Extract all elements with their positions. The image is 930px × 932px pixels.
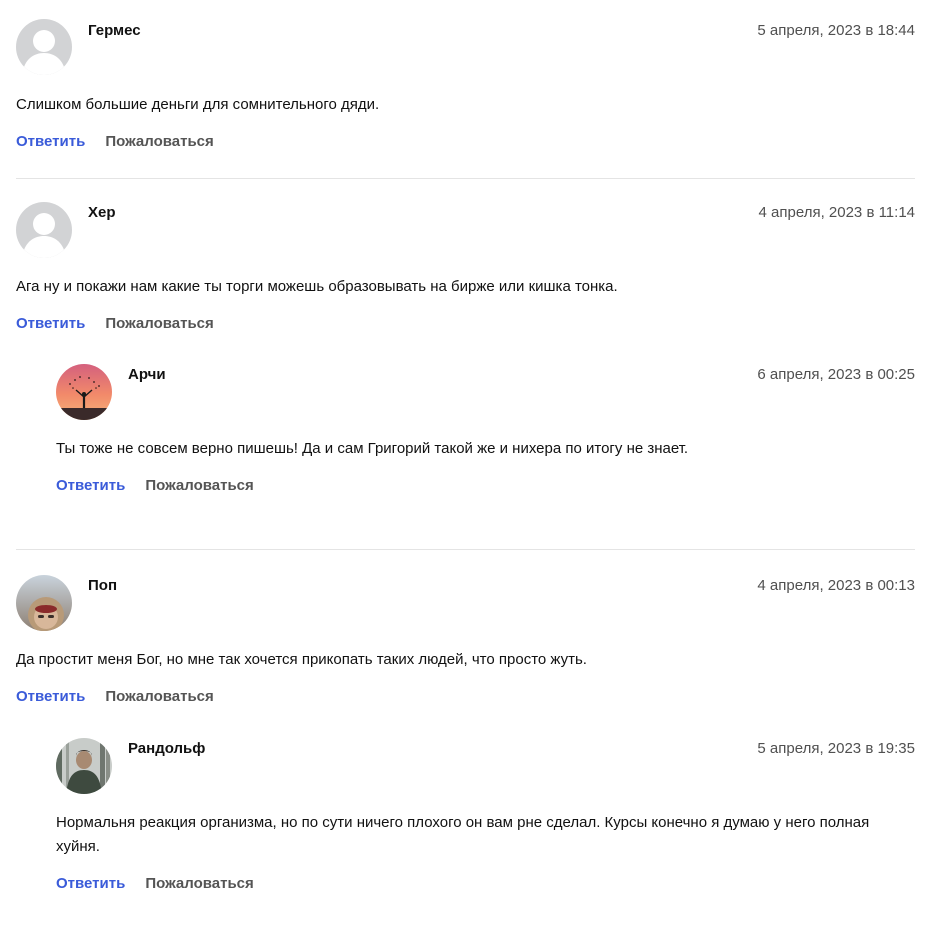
avatar xyxy=(56,738,112,794)
avatar xyxy=(56,364,112,420)
comment-text: Ага ну и покажи нам какие ты торги можеш… xyxy=(16,278,618,295)
forest-man-photo-icon xyxy=(56,738,112,794)
comment-reply: Арчи 6 апреля, 2023 в 00:25 Ты тоже не с… xyxy=(56,364,915,497)
report-button[interactable]: Пожаловаться xyxy=(145,875,253,892)
reply-button[interactable]: Ответить xyxy=(16,688,85,705)
reply-button[interactable]: Ответить xyxy=(16,133,85,150)
report-button[interactable]: Пожаловаться xyxy=(105,315,213,332)
reply-button[interactable]: Ответить xyxy=(56,875,125,892)
comment-header: Поп 4 апреля, 2023 в 00:13 xyxy=(16,575,915,631)
comment: Гермес 5 апреля, 2023 в 18:44 Слишком бо… xyxy=(16,0,915,153)
comment-header: Гермес 5 апреля, 2023 в 18:44 xyxy=(16,19,915,75)
default-user-icon xyxy=(16,19,72,75)
comment-author: Хер xyxy=(88,204,116,221)
comment-text: Ты тоже не совсем верно пишешь! Да и сам… xyxy=(56,440,689,457)
comment-text: Да простит меня Бог, но мне так хочется … xyxy=(16,651,587,668)
comment-actions: Ответить Пожаловаться xyxy=(16,688,915,708)
comment-date: 5 апреля, 2023 в 19:35 xyxy=(757,740,915,757)
comment-actions: Ответить Пожаловаться xyxy=(56,477,915,497)
report-button[interactable]: Пожаловаться xyxy=(145,477,253,494)
comment-date: 4 апреля, 2023 в 11:14 xyxy=(758,204,915,221)
report-button[interactable]: Пожаловаться xyxy=(105,688,213,705)
comment-actions: Ответить Пожаловаться xyxy=(16,133,915,153)
comment-actions: Ответить Пожаловаться xyxy=(16,315,915,335)
comment-text: Слишком большие деньги для сомнительного… xyxy=(16,96,380,113)
avatar xyxy=(16,19,72,75)
sunset-silhouette-icon xyxy=(56,364,112,420)
winter-hood-photo-icon xyxy=(16,575,72,631)
comment-date: 6 апреля, 2023 в 00:25 xyxy=(757,366,915,383)
comment-text: Нормальня реакция организма, но по сути … xyxy=(56,814,870,855)
avatar xyxy=(16,575,72,631)
comment-header: Арчи 6 апреля, 2023 в 00:25 xyxy=(56,364,915,420)
comment-author: Рандольф xyxy=(128,740,206,757)
default-user-icon xyxy=(16,202,72,258)
comment: Хер 4 апреля, 2023 в 11:14 Ага ну и пока… xyxy=(16,179,915,497)
comment-author: Гермес xyxy=(88,22,141,39)
comment-reply: Рандольф 5 апреля, 2023 в 19:35 Нормальн… xyxy=(56,738,915,895)
avatar xyxy=(16,202,72,258)
reply-button[interactable]: Ответить xyxy=(56,477,125,494)
comment-actions: Ответить Пожаловаться xyxy=(56,875,915,895)
comment-date: 4 апреля, 2023 в 00:13 xyxy=(757,577,915,594)
comment: Поп 4 апреля, 2023 в 00:13 Да простит ме… xyxy=(16,550,915,895)
comments-list: Гермес 5 апреля, 2023 в 18:44 Слишком бо… xyxy=(16,0,915,895)
comment-author: Арчи xyxy=(128,366,166,383)
report-button[interactable]: Пожаловаться xyxy=(105,133,213,150)
reply-button[interactable]: Ответить xyxy=(16,315,85,332)
comment-header: Хер 4 апреля, 2023 в 11:14 xyxy=(16,202,915,258)
comment-header: Рандольф 5 апреля, 2023 в 19:35 xyxy=(56,738,915,794)
comment-date: 5 апреля, 2023 в 18:44 xyxy=(757,22,915,39)
comment-author: Поп xyxy=(88,577,118,594)
